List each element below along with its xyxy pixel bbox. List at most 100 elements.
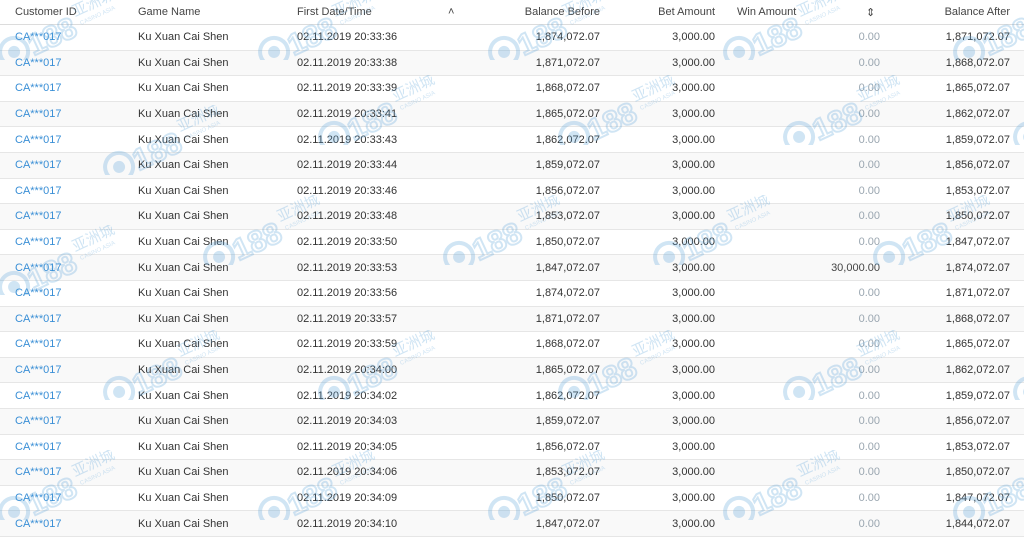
- customer-id-link[interactable]: CA***017: [15, 127, 61, 152]
- balance-before-cell: 1,856,072.07: [535, 184, 600, 197]
- game-name-cell: Ku Xuan Cai Shen: [138, 159, 229, 172]
- game-name-cell: Ku Xuan Cai Shen: [138, 287, 229, 300]
- table-row[interactable]: CA***017 Ku Xuan Cai Shen 02.11.2019 20:33…: [0, 179, 1024, 205]
- customer-id-link[interactable]: CA***017: [15, 76, 61, 101]
- date-time-cell: 02.11.2019 20:34:05: [297, 440, 398, 453]
- table-row[interactable]: CA***017 Ku Xuan Cai Shen 02.11.2019 20:33…: [0, 230, 1024, 256]
- balance-before-cell: 1,871,072.07: [535, 56, 600, 69]
- customer-id-link[interactable]: CA***017: [15, 460, 61, 485]
- win-amount-cell: 0.00: [858, 415, 880, 428]
- table-row[interactable]: CA***017 Ku Xuan Cai Shen 02.11.2019 20:34…: [0, 357, 1024, 384]
- header-balance-before[interactable]: Balance Before: [525, 0, 600, 24]
- date-time-cell: 02.11.2019 20:34:10: [297, 517, 398, 530]
- customer-id-link[interactable]: CA***017: [15, 179, 61, 204]
- table-row[interactable]: CA***017 Ku Xuan Cai Shen 02.11.2019 20:34…: [0, 435, 1024, 461]
- bet-amount-cell: 3,000.00: [672, 517, 715, 530]
- table-row[interactable]: CA***017 Ku Xuan Cai Shen 02.11.2019 20:34…: [0, 460, 1024, 486]
- bet-amount-cell: 3,000.00: [672, 466, 715, 479]
- table-row[interactable]: CA***017 Ku Xuan Cai Shen 02.11.2019 20:33…: [0, 76, 1024, 102]
- date-time-cell: 02.11.2019 20:33:53: [297, 261, 398, 274]
- sort-ascending-icon[interactable]: ˄: [448, 0, 454, 24]
- table-row[interactable]: CA***017 Ku Xuan Cai Shen 02.11.2019 20:33…: [0, 306, 1024, 333]
- bet-amount-cell: 3,000.00: [672, 133, 715, 146]
- game-name-cell: Ku Xuan Cai Shen: [138, 133, 229, 146]
- table-row[interactable]: CA***017 Ku Xuan Cai Shen 02.11.2019 20:33…: [0, 50, 1024, 77]
- customer-id-link[interactable]: CA***017: [15, 51, 61, 76]
- balance-after-cell: 1,865,072.07: [945, 82, 1010, 95]
- balance-after-cell: 1,853,072.07: [945, 440, 1010, 453]
- win-amount-cell: 0.00: [858, 31, 880, 44]
- header-first-date-time[interactable]: First Date/Time: [297, 0, 372, 24]
- balance-before-cell: 1,874,072.07: [535, 31, 600, 44]
- customer-id-link[interactable]: CA***017: [15, 25, 61, 50]
- balance-after-cell: 1,865,072.07: [945, 338, 1010, 351]
- table-row[interactable]: CA***017 Ku Xuan Cai Shen 02.11.2019 20:33…: [0, 152, 1024, 179]
- table-row[interactable]: CA***017 Ku Xuan Cai Shen 02.11.2019 20:33…: [0, 332, 1024, 358]
- win-amount-cell: 0.00: [858, 133, 880, 146]
- customer-id-link[interactable]: CA***017: [15, 230, 61, 255]
- customer-id-link[interactable]: CA***017: [15, 486, 61, 511]
- customer-id-link[interactable]: CA***017: [15, 281, 61, 306]
- table-row[interactable]: CA***017 Ku Xuan Cai Shen 02.11.2019 20:34…: [0, 383, 1024, 409]
- header-customer-id[interactable]: Customer ID: [15, 0, 77, 24]
- header-bet-amount[interactable]: Bet Amount: [658, 0, 715, 24]
- customer-id-link[interactable]: CA***017: [15, 435, 61, 460]
- customer-id-link[interactable]: CA***017: [15, 102, 61, 127]
- game-name-cell: Ku Xuan Cai Shen: [138, 56, 229, 69]
- balance-before-cell: 1,874,072.07: [535, 287, 600, 300]
- bet-amount-cell: 3,000.00: [672, 312, 715, 325]
- customer-id-link[interactable]: CA***017: [15, 307, 61, 332]
- customer-id-link[interactable]: CA***017: [15, 511, 61, 536]
- header-win-amount[interactable]: Win Amount: [737, 0, 796, 24]
- table-row[interactable]: CA***017 Ku Xuan Cai Shen 02.11.2019 20:34…: [0, 486, 1024, 512]
- game-name-cell: Ku Xuan Cai Shen: [138, 491, 229, 504]
- balance-before-cell: 1,859,072.07: [535, 415, 600, 428]
- balance-after-cell: 1,871,072.07: [945, 287, 1010, 300]
- bet-amount-cell: 3,000.00: [672, 236, 715, 249]
- bet-amount-cell: 3,000.00: [672, 415, 715, 428]
- bet-amount-cell: 3,000.00: [672, 210, 715, 223]
- date-time-cell: 02.11.2019 20:34:02: [297, 389, 398, 402]
- game-name-cell: Ku Xuan Cai Shen: [138, 364, 229, 377]
- customer-id-link[interactable]: CA***017: [15, 153, 61, 178]
- balance-after-cell: 1,853,072.07: [945, 184, 1010, 197]
- table-row[interactable]: CA***017 Ku Xuan Cai Shen 02.11.2019 20:33…: [0, 281, 1024, 307]
- customer-id-link[interactable]: CA***017: [15, 409, 61, 434]
- win-amount-cell: 0.00: [858, 236, 880, 249]
- customer-id-link[interactable]: CA***017: [15, 204, 61, 229]
- balance-after-cell: 1,844,072.07: [945, 517, 1010, 530]
- win-amount-cell: 0.00: [858, 517, 880, 530]
- balance-before-cell: 1,847,072.07: [535, 517, 600, 530]
- table-row[interactable]: CA***017 Ku Xuan Cai Shen 02.11.2019 20:33…: [0, 255, 1024, 281]
- header-balance-after[interactable]: Balance After: [945, 0, 1010, 24]
- balance-before-cell: 1,859,072.07: [535, 159, 600, 172]
- header-game-name[interactable]: Game Name: [138, 0, 200, 24]
- balance-after-cell: 1,856,072.07: [945, 415, 1010, 428]
- customer-id-link[interactable]: CA***017: [15, 255, 61, 280]
- balance-before-cell: 1,850,072.07: [535, 491, 600, 504]
- table-body: CA***017 Ku Xuan Cai Shen 02.11.2019 20:33…: [0, 25, 1024, 537]
- balance-after-cell: 1,874,072.07: [945, 261, 1010, 274]
- balance-after-cell: 1,862,072.07: [945, 108, 1010, 121]
- balance-after-cell: 1,847,072.07: [945, 491, 1010, 504]
- customer-id-link[interactable]: CA***017: [15, 383, 61, 408]
- win-amount-cell: 0.00: [858, 364, 880, 377]
- win-amount-cell: 0.00: [858, 287, 880, 300]
- game-name-cell: Ku Xuan Cai Shen: [138, 415, 229, 428]
- table-row[interactable]: CA***017 Ku Xuan Cai Shen 02.11.2019 20:33…: [0, 25, 1024, 51]
- bet-amount-cell: 3,000.00: [672, 56, 715, 69]
- date-time-cell: 02.11.2019 20:33:50: [297, 236, 398, 249]
- table-row[interactable]: CA***017 Ku Xuan Cai Shen 02.11.2019 20:33…: [0, 101, 1024, 128]
- balance-after-cell: 1,850,072.07: [945, 466, 1010, 479]
- customer-id-link[interactable]: CA***017: [15, 358, 61, 383]
- game-name-cell: Ku Xuan Cai Shen: [138, 108, 229, 121]
- table-row[interactable]: CA***017 Ku Xuan Cai Shen 02.11.2019 20:34…: [0, 511, 1024, 537]
- bet-amount-cell: 3,000.00: [672, 108, 715, 121]
- sort-toggle-icon[interactable]: ⇕: [866, 0, 875, 24]
- date-time-cell: 02.11.2019 20:33:43: [297, 133, 398, 146]
- table-row[interactable]: CA***017 Ku Xuan Cai Shen 02.11.2019 20:34…: [0, 408, 1024, 435]
- table-row[interactable]: CA***017 Ku Xuan Cai Shen 02.11.2019 20:33…: [0, 127, 1024, 153]
- table-row[interactable]: CA***017 Ku Xuan Cai Shen 02.11.2019 20:33…: [0, 204, 1024, 230]
- customer-id-link[interactable]: CA***017: [15, 332, 61, 357]
- game-name-cell: Ku Xuan Cai Shen: [138, 440, 229, 453]
